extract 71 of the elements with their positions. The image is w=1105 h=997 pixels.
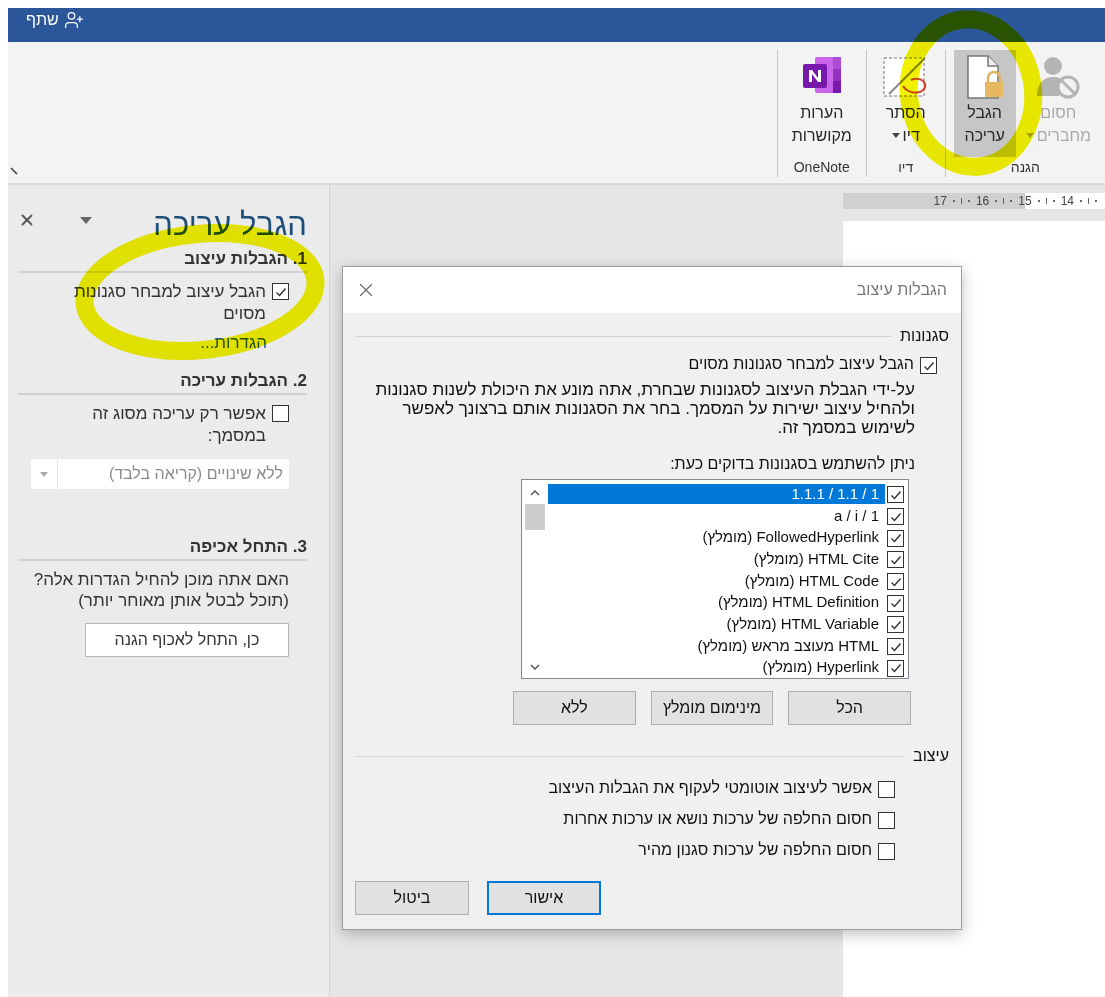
checkbox-label[interactable]: חסום החלפה של ערכות סגנון מהיר bbox=[638, 841, 872, 859]
style-name[interactable]: Hyperlink (מומלץ) bbox=[548, 657, 885, 678]
group-label: דיו bbox=[898, 158, 914, 177]
caret-icon[interactable] bbox=[80, 216, 92, 224]
checkbox[interactable] bbox=[887, 659, 904, 677]
enforcement-question: האם אתה מוכן להחיל הגדרות אלה? (תוכל לבטל אותן מאוחר יותר) bbox=[32, 569, 289, 611]
ruler-number: 16 bbox=[975, 194, 990, 208]
style-name[interactable]: HTML Cite (מומלץ) bbox=[548, 548, 885, 569]
checkbox[interactable] bbox=[878, 781, 895, 798]
check-icon bbox=[889, 640, 902, 653]
checkbox[interactable] bbox=[887, 638, 904, 656]
check-icon bbox=[889, 597, 902, 610]
check-icon bbox=[889, 488, 902, 501]
start-enforcing-button[interactable]: כן, התחל לאכוף הגנה bbox=[85, 623, 289, 657]
group-label: הגנה bbox=[1010, 158, 1040, 177]
settings-link[interactable]: הגדרות... bbox=[200, 333, 289, 353]
checkbox[interactable] bbox=[920, 357, 937, 374]
ruler-number: 17 bbox=[933, 194, 947, 208]
check-icon bbox=[889, 532, 902, 545]
share-button[interactable]: שתף bbox=[22, 8, 88, 32]
section-heading: 2. הגבלות עריכה bbox=[180, 371, 307, 390]
check-icon bbox=[274, 285, 287, 298]
style-name[interactable]: 1 / a / i bbox=[548, 505, 885, 526]
style-name[interactable]: 1 / 1.1 / 1.1.1 bbox=[548, 483, 885, 504]
checkbox-label[interactable]: הגבל עיצוב למבחר סגנונות מסוים bbox=[688, 355, 914, 373]
select-styles-button[interactable]: מינימום מומלץ bbox=[650, 691, 774, 725]
checkbox[interactable] bbox=[887, 508, 904, 525]
checkbox[interactable] bbox=[887, 486, 904, 504]
collapse-icon bbox=[10, 167, 18, 175]
check-icon bbox=[889, 575, 902, 588]
check-icon bbox=[889, 553, 902, 566]
ruler-number: 14 bbox=[1060, 194, 1074, 208]
caret-icon bbox=[40, 471, 48, 477]
section-heading: 3. התחל אכיפה bbox=[189, 537, 307, 556]
list-label: ניתן להשתמש בסגנונות בדוקים כעת: bbox=[669, 455, 915, 473]
checkbox[interactable] bbox=[887, 594, 904, 612]
dialog-button[interactable]: אישור bbox=[487, 881, 601, 915]
dialog-button[interactable]: ביטול bbox=[355, 881, 469, 915]
checkbox-label[interactable]: אפשר רק עריכה מסוג זה במסמך: bbox=[48, 403, 266, 447]
dialog-title: הגבלות עיצוב bbox=[856, 281, 947, 299]
ribbon-button[interactable]: הגבל עריכה bbox=[953, 50, 1016, 157]
checkbox[interactable] bbox=[887, 529, 904, 547]
checkbox[interactable] bbox=[272, 283, 289, 300]
scroll-thumb[interactable] bbox=[525, 504, 545, 530]
group-heading: עיצוב bbox=[913, 747, 949, 765]
check-icon bbox=[922, 359, 935, 372]
checkbox[interactable] bbox=[878, 843, 895, 860]
check-icon bbox=[889, 618, 902, 631]
ruler-number: 15 bbox=[1018, 194, 1032, 208]
checkbox[interactable] bbox=[887, 551, 904, 569]
checkbox[interactable] bbox=[272, 405, 289, 422]
checkbox-label[interactable]: אפשר לעיצוב אוטומטי לעקוף את הגבלות העיצוב bbox=[548, 779, 872, 797]
add-person-icon bbox=[63, 10, 84, 30]
style-name[interactable]: FollowedHyperlink (מומלץ) bbox=[548, 527, 885, 548]
check-icon bbox=[889, 510, 902, 523]
ribbon-button[interactable]: הערות מקושרות bbox=[785, 50, 858, 157]
checkbox-label[interactable]: חסום החלפה של ערכות נושא או ערכות אחרות bbox=[563, 810, 872, 828]
description: על-ידי הגבלת העיצוב לסגנונות שבחרת, אתה מונע את היכולת לשנות סגנונות ולהחיל עיצוב ישירות על המסמך. בחר את הסגנונות אותם ברצונך לאפשר לשימוש במסמך זה. bbox=[374, 380, 915, 437]
checkbox[interactable] bbox=[887, 616, 904, 634]
style-name[interactable]: HTML מעוצב מראש (מומלץ) bbox=[548, 635, 885, 656]
style-name[interactable]: HTML Variable (מומלץ) bbox=[548, 613, 885, 634]
style-name[interactable]: HTML Definition (מומלץ) bbox=[548, 592, 885, 613]
style-name[interactable]: HTML Code (מומלץ) bbox=[548, 570, 885, 591]
select-styles-button[interactable]: הכל bbox=[788, 691, 911, 725]
check-icon bbox=[889, 662, 902, 675]
select-styles-button[interactable]: ללא bbox=[513, 691, 636, 725]
section-heading: 1. הגבלות עיצוב bbox=[184, 249, 307, 268]
checkbox[interactable] bbox=[887, 573, 904, 590]
group-label: OneNote bbox=[793, 158, 850, 177]
group-heading: סגנונות bbox=[899, 327, 949, 345]
checkbox[interactable] bbox=[878, 812, 895, 829]
